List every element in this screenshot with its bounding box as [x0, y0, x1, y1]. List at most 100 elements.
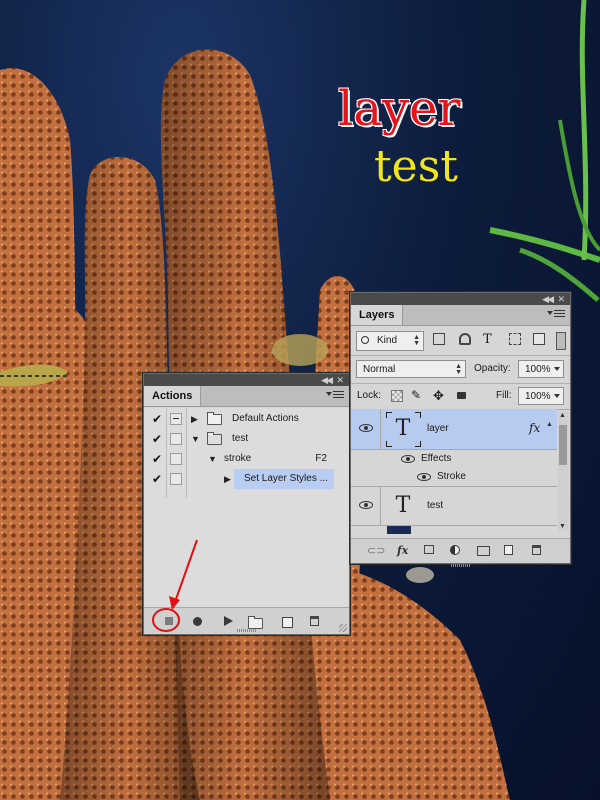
text-layer-thumbnail-icon: T: [395, 493, 411, 518]
action-label: stroke: [224, 453, 252, 464]
collapse-effects-icon[interactable]: ▲: [546, 421, 553, 428]
layer-row-test[interactable]: T test: [351, 487, 557, 526]
visibility-eye-icon[interactable]: [417, 473, 431, 481]
delete-icon[interactable]: [308, 614, 322, 628]
lock-move-icon[interactable]: ✥: [433, 388, 445, 403]
toggle-check-icon[interactable]: ✔: [150, 472, 164, 486]
type-filter-icon[interactable]: T: [483, 333, 495, 346]
blend-mode-select[interactable]: Normal ▲ ▼: [356, 360, 466, 378]
action-row-default-actions[interactable]: ✔ ▶ Default Actions: [144, 409, 349, 429]
collapse-arrow-icon[interactable]: ▼: [208, 449, 217, 469]
opacity-field[interactable]: 100%: [518, 360, 564, 378]
filter-toggle-icon[interactable]: [556, 332, 566, 350]
adjustment-icon[interactable]: [450, 545, 460, 555]
fx-icon[interactable]: fx: [529, 419, 540, 437]
lock-transparent-icon[interactable]: [391, 390, 403, 402]
panel-menu-icon[interactable]: [547, 310, 565, 319]
link-icon[interactable]: ⊂⊃: [367, 544, 385, 558]
dialog-toggle-icon[interactable]: [170, 433, 182, 445]
expand-arrow-icon[interactable]: ▶: [191, 409, 198, 429]
new-layer-icon[interactable]: [504, 545, 513, 555]
lock-row: Lock: ✎ ✥ Fill: 100%: [351, 383, 570, 410]
smart-object-filter-icon[interactable]: [533, 333, 545, 345]
adjustment-filter-icon[interactable]: [459, 333, 471, 345]
action-row-set-layer-styles[interactable]: ✔ ▶ Set Layer Styles ...: [144, 469, 349, 489]
fill-field[interactable]: 100%: [518, 387, 564, 405]
action-row-test[interactable]: ✔ ▼ test: [144, 429, 349, 449]
lock-all-icon[interactable]: [457, 392, 466, 399]
record-icon[interactable]: [190, 614, 204, 628]
dialog-toggle-icon[interactable]: [170, 413, 182, 425]
visibility-eye-icon[interactable]: [359, 501, 373, 509]
toggle-check-icon[interactable]: ✔: [150, 412, 164, 426]
stop-icon[interactable]: [162, 614, 176, 628]
collapse-icon[interactable]: ◀◀: [542, 293, 554, 305]
collapse-icon[interactable]: ◀◀: [321, 374, 333, 386]
expand-arrow-icon[interactable]: ▶: [224, 469, 231, 489]
search-icon: [361, 336, 369, 344]
image-thumbnail: [387, 526, 411, 534]
actions-tab-row: Actions: [144, 386, 349, 407]
layers-toolbar: ⊂⊃ fx: [351, 538, 570, 563]
updown-arrow-icon: ▲ ▼: [455, 363, 462, 376]
layers-panel: ◀◀ ✕ Layers Kind ▲ ▼ T Normal ▲ ▼ Opacity:…: [350, 292, 571, 567]
visibility-eye-icon[interactable]: [359, 424, 373, 432]
layer-row-background[interactable]: [351, 526, 557, 534]
collapse-arrow-icon[interactable]: ▼: [191, 429, 200, 449]
actions-toolbar: [144, 607, 349, 634]
play-icon[interactable]: [220, 614, 234, 628]
visibility-eye-icon[interactable]: [401, 455, 415, 463]
effects-row[interactable]: Effects: [351, 450, 557, 468]
panel-header-bar[interactable]: ◀◀ ✕: [144, 374, 349, 386]
tab-actions[interactable]: Actions: [144, 386, 202, 406]
scroll-up-icon[interactable]: ▲: [559, 412, 566, 419]
canvas-text-test[interactable]: test: [374, 145, 458, 189]
trash-icon[interactable]: [532, 545, 541, 555]
lock-label: Lock:: [357, 390, 381, 401]
panel-menu-icon[interactable]: [326, 391, 344, 400]
actions-panel: ◀◀ ✕ Actions ✔ ▶ Default Actions ✔ ▼ tes…: [143, 373, 350, 635]
opacity-label: Opacity:: [474, 363, 511, 374]
layers-scrollbar[interactable]: ▲ ▼: [558, 411, 568, 531]
layers-tab-row: Layers: [351, 305, 570, 326]
effect-row-stroke[interactable]: Stroke: [351, 468, 557, 487]
close-icon[interactable]: ✕: [336, 374, 344, 386]
effects-label: Effects: [421, 453, 452, 464]
chevron-down-icon[interactable]: [554, 394, 560, 398]
folder-icon: [207, 412, 222, 425]
lock-brush-icon[interactable]: ✎: [411, 388, 423, 402]
action-row-stroke[interactable]: ✔ ▼ stroke F2: [144, 449, 349, 469]
fill-label: Fill:: [496, 390, 512, 401]
column-divider: [186, 408, 187, 498]
new-action-icon[interactable]: [280, 614, 294, 628]
close-icon[interactable]: ✕: [557, 293, 565, 305]
new-set-icon[interactable]: [248, 614, 263, 629]
scroll-down-icon[interactable]: ▼: [559, 523, 566, 530]
filter-kind-select[interactable]: Kind ▲ ▼: [356, 331, 424, 351]
actions-list: ✔ ▶ Default Actions ✔ ▼ test ✔ ▼ stroke …: [144, 408, 349, 608]
blend-row: Normal ▲ ▼ Opacity: 100%: [351, 355, 570, 384]
dialog-toggle-icon[interactable]: [170, 453, 182, 465]
layer-row-layer[interactable]: T layer fx ▲: [351, 409, 557, 450]
tab-layers[interactable]: Layers: [351, 305, 404, 325]
resize-grip[interactable]: [451, 564, 471, 567]
fx-icon[interactable]: fx: [397, 544, 408, 558]
panel-header-bar[interactable]: ◀◀ ✕: [351, 293, 570, 305]
layer-name[interactable]: test: [427, 497, 443, 515]
layer-name[interactable]: layer: [427, 420, 449, 438]
mask-icon[interactable]: [424, 545, 434, 554]
toggle-check-icon[interactable]: ✔: [150, 452, 164, 466]
chevron-down-icon[interactable]: [554, 367, 560, 371]
resize-grip[interactable]: [237, 629, 257, 632]
toggle-check-icon[interactable]: ✔: [150, 432, 164, 446]
shape-filter-icon[interactable]: [509, 333, 521, 345]
pixel-filter-icon[interactable]: [433, 333, 445, 345]
shortcut-key: F2: [315, 453, 327, 464]
canvas-text-layer[interactable]: layer: [338, 85, 460, 133]
action-set-label: test: [232, 433, 249, 444]
dialog-toggle-icon[interactable]: [170, 473, 182, 485]
group-folder-icon[interactable]: [477, 546, 490, 556]
resize-corner[interactable]: [339, 624, 347, 632]
scroll-thumb[interactable]: [559, 425, 567, 465]
updown-arrow-icon: ▲ ▼: [413, 334, 420, 347]
